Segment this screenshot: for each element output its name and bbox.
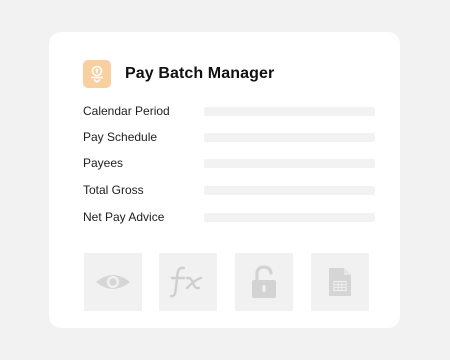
field-label: Calendar Period — [83, 104, 170, 118]
field-value-placeholder — [204, 158, 375, 168]
field-value-placeholder — [204, 132, 375, 142]
field-value-placeholder — [204, 212, 375, 222]
fx-icon — [170, 266, 203, 298]
field-value-placeholder — [204, 185, 375, 195]
formula-button[interactable] — [159, 253, 217, 311]
page-title: Pay Batch Manager — [125, 65, 275, 82]
field-pay-schedule: Pay Schedule — [83, 129, 375, 145]
field-label: Payees — [83, 156, 124, 170]
money-download-icon — [83, 60, 111, 88]
field-label: Pay Schedule — [83, 130, 158, 144]
unlocked-padlock-icon — [252, 265, 276, 298]
spreadsheet-button[interactable] — [311, 253, 369, 311]
field-net-pay-advice: Net Pay Advice — [83, 209, 375, 225]
field-value-placeholder — [204, 106, 375, 116]
view-button[interactable] — [84, 253, 142, 311]
spreadsheet-document-icon — [329, 268, 351, 296]
unlock-button[interactable] — [235, 253, 293, 311]
card-header: Pay Batch Manager — [83, 60, 274, 88]
field-label: Net Pay Advice — [83, 210, 165, 224]
field-label: Total Gross — [83, 183, 144, 197]
field-payees: Payees — [83, 155, 375, 171]
field-calendar-period: Calendar Period — [83, 103, 375, 119]
field-total-gross: Total Gross — [83, 182, 375, 198]
pay-batch-card: Pay Batch Manager Calendar Period Pay Sc… — [49, 32, 400, 328]
eye-icon — [96, 275, 130, 289]
